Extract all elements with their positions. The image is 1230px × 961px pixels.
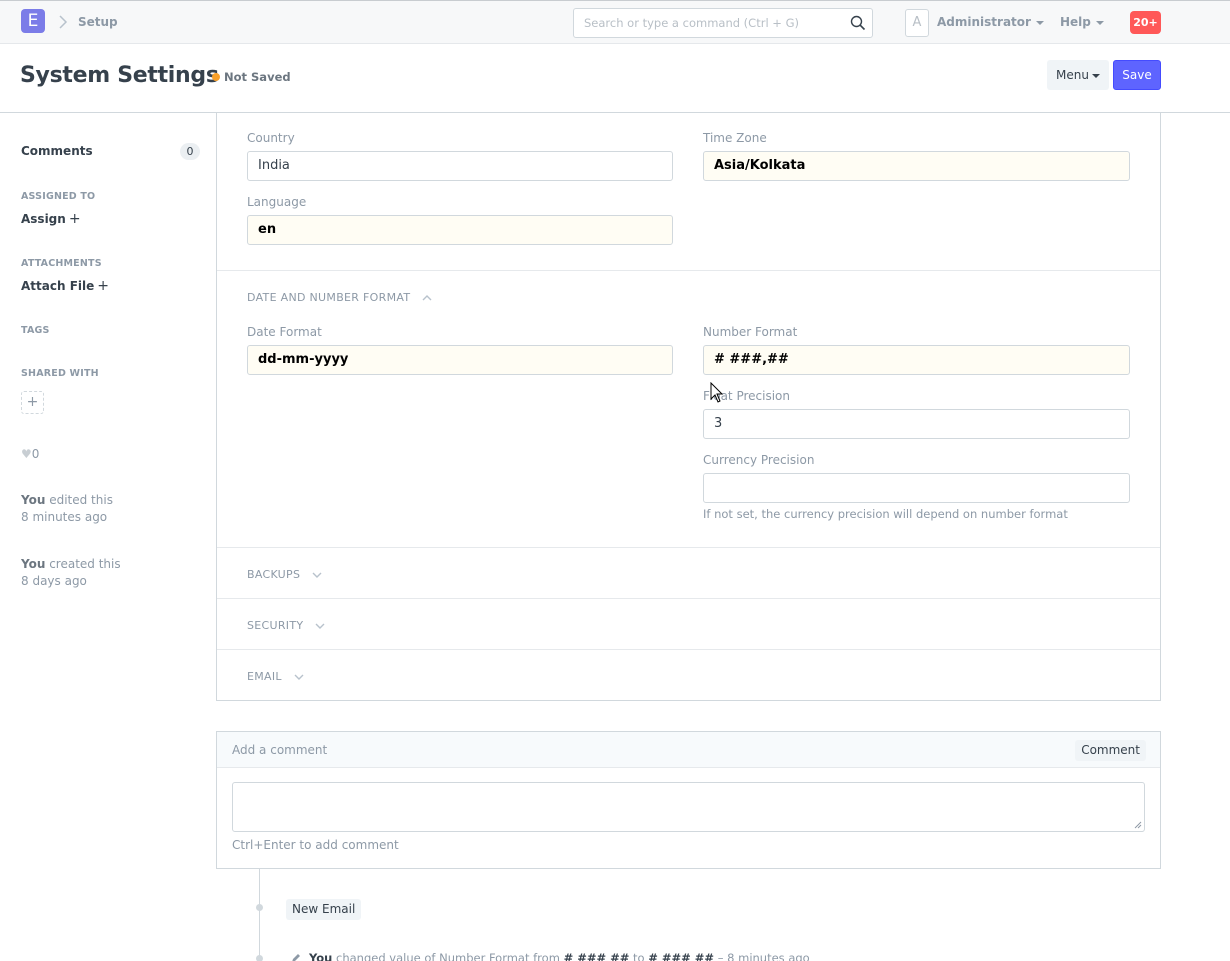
comment-button[interactable]: Comment (1075, 740, 1146, 761)
chevron-right-icon (59, 15, 68, 29)
search-placeholder: Search or type a command (Ctrl + G) (584, 16, 799, 30)
comment-textarea[interactable] (232, 782, 1145, 832)
activity-who: You (21, 557, 46, 571)
section-divider (217, 649, 1160, 650)
language-field[interactable]: en (247, 215, 673, 245)
help-label: Help (1060, 15, 1091, 29)
assign-button[interactable]: Assign + (21, 211, 81, 227)
timeline-text: changed value of Number Format from (336, 951, 560, 961)
plus-icon: + (68, 211, 81, 227)
activity-action: edited this (49, 493, 113, 507)
timeline-to-word: to (633, 951, 645, 961)
save-button[interactable]: Save (1113, 60, 1161, 90)
timeline-who: You (309, 951, 333, 961)
chevron-up-icon (422, 295, 432, 301)
search-icon[interactable] (850, 15, 866, 31)
float-precision-field[interactable]: 3 (703, 409, 1130, 439)
resize-handle-icon[interactable] (1134, 821, 1142, 829)
number-format-label: Number Format (703, 325, 798, 339)
menu-button[interactable]: Menu (1047, 60, 1109, 90)
assigned-to-label: ASSIGNED TO (21, 191, 96, 202)
chevron-down-icon (312, 572, 322, 578)
section-title: BACKUPS (247, 568, 301, 581)
plus-icon: + (97, 278, 109, 294)
activity-who: You (21, 493, 46, 507)
page-head: System Settings Not Saved Menu Save (0, 44, 1230, 113)
comments-link[interactable]: Comments (21, 144, 93, 158)
activity-action: created this (49, 557, 121, 571)
status-indicator-dot (212, 73, 220, 81)
section-title: SECURITY (247, 619, 304, 632)
help-menu[interactable]: Help (1060, 15, 1104, 29)
settings-form (216, 113, 1161, 701)
country-field[interactable]: India (247, 151, 673, 181)
app-logo[interactable]: E (21, 9, 45, 33)
assign-label: Assign (21, 212, 66, 226)
section-divider (217, 547, 1160, 548)
like-button[interactable]: ♥0 (21, 447, 39, 461)
section-backups[interactable]: BACKUPS (247, 568, 322, 581)
activity-time: 8 minutes ago (21, 510, 108, 524)
date-format-field[interactable]: dd-mm-yyyy (247, 345, 673, 375)
number-format-field[interactable]: # ###,## (703, 345, 1130, 375)
comment-header: Add a comment Comment (217, 732, 1160, 768)
section-title: DATE AND NUMBER FORMAT (247, 291, 411, 304)
section-date-number-format[interactable]: DATE AND NUMBER FORMAT (247, 291, 432, 304)
timezone-field[interactable]: Asia/Kolkata (703, 151, 1130, 181)
page-title: System Settings (20, 63, 219, 88)
timeline-time: – 8 minutes ago (717, 951, 810, 961)
attach-file-button[interactable]: Attach File + (21, 278, 109, 294)
caret-down-icon (1095, 20, 1104, 25)
menu-label: Menu (1056, 68, 1089, 82)
currency-precision-help: If not set, the currency precision will … (703, 507, 1068, 521)
notification-badge[interactable]: 20+ (1130, 11, 1161, 34)
user-name: Administrator (937, 15, 1031, 29)
activity-item: You edited this 8 minutes ago (21, 492, 113, 526)
status-badge: Not Saved (224, 70, 291, 84)
heart-icon: ♥ (21, 447, 32, 461)
likes-count: 0 (31, 447, 40, 461)
currency-precision-label: Currency Precision (703, 453, 815, 467)
pencil-icon (292, 954, 300, 961)
date-format-label: Date Format (247, 325, 322, 339)
navbar: E Setup Search or type a command (Ctrl +… (0, 0, 1230, 44)
section-title: EMAIL (247, 670, 282, 683)
chevron-down-icon (315, 623, 325, 629)
new-email-button[interactable]: New Email (286, 899, 362, 920)
caret-down-icon (1091, 73, 1100, 78)
timeline-dot (256, 904, 263, 911)
attach-file-label: Attach File (21, 279, 95, 293)
timeline-to-value: # ### ## (648, 951, 715, 961)
activity-time: 8 days ago (21, 574, 87, 588)
timezone-label: Time Zone (703, 131, 767, 145)
timeline-from-value: # ### ## (563, 951, 630, 961)
section-security[interactable]: SECURITY (247, 619, 325, 632)
activity-item: You created this 8 days ago (21, 556, 121, 590)
comment-help-text: Ctrl+Enter to add comment (232, 838, 399, 852)
section-divider (217, 270, 1160, 271)
comment-box: Add a comment Comment Ctrl+Enter to add … (216, 731, 1161, 869)
timeline-line (259, 869, 260, 961)
tags-label[interactable]: TAGS (21, 325, 50, 336)
caret-down-icon (1035, 20, 1044, 25)
section-divider (217, 598, 1160, 599)
comment-header-label: Add a comment (232, 743, 328, 757)
timeline-dot (256, 955, 263, 961)
currency-precision-field[interactable] (703, 473, 1130, 503)
language-label: Language (247, 195, 307, 209)
add-share-button[interactable]: + (21, 391, 44, 414)
chevron-down-icon (294, 674, 304, 680)
shared-with-label: SHARED WITH (21, 368, 99, 379)
attachments-label: ATTACHMENTS (21, 258, 102, 269)
section-email[interactable]: EMAIL (247, 670, 304, 683)
user-menu[interactable]: Administrator (937, 15, 1044, 29)
plus-icon: + (26, 394, 39, 410)
search-input[interactable]: Search or type a command (Ctrl + G) (573, 8, 873, 38)
mouse-cursor-icon (710, 382, 724, 403)
avatar[interactable]: A (905, 9, 929, 37)
comments-count-badge: 0 (180, 143, 200, 160)
breadcrumb-setup[interactable]: Setup (78, 15, 118, 29)
timeline-entry: You changed value of Number Format from … (309, 951, 810, 961)
country-label: Country (247, 131, 295, 145)
